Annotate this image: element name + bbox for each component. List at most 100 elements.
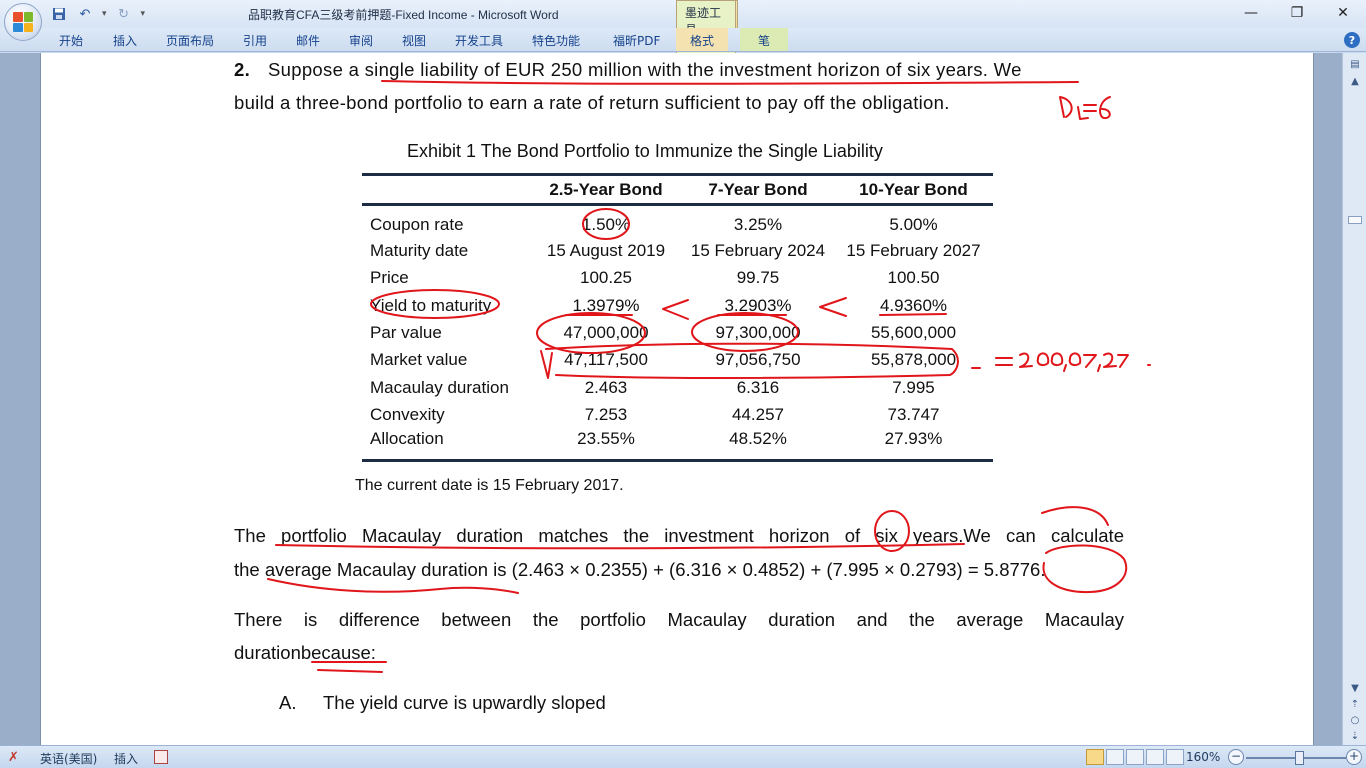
row-label: Market value xyxy=(370,350,468,370)
status-bar: ✗ 英语(美国) 插入 160% − + xyxy=(0,745,1366,768)
table-cell: 48.52% xyxy=(729,428,787,448)
insert-mode-indicator[interactable]: 插入 xyxy=(114,750,138,767)
table-cell: 2.463 xyxy=(584,377,628,397)
table-row: Par value 47,000,000 97,300,000 55,600,0… xyxy=(362,319,993,346)
table-cell: 3.25% xyxy=(733,214,783,234)
macro-record-icon[interactable] xyxy=(154,750,168,764)
select-browse-object-icon[interactable]: ○ xyxy=(1347,712,1363,728)
tab-mailings[interactable]: 邮件 xyxy=(296,32,320,49)
restore-button[interactable]: ❐ xyxy=(1274,0,1320,26)
tab-developer[interactable]: 开发工具 xyxy=(455,32,503,49)
paragraph-2-line-1: There is difference between the portfoli… xyxy=(234,609,1124,630)
title-bar: ↶ ▾ ↻ ▾ 品职教育CFA三级考前押题-Fixed Income - Mic… xyxy=(0,0,1366,692)
row-label: Yield to maturity xyxy=(370,295,492,315)
close-button[interactable]: ✕ xyxy=(1320,0,1366,26)
table-row: Macaulay duration 2.463 6.316 7.995 xyxy=(362,374,993,401)
table-cell: 55,878,000 xyxy=(870,350,957,370)
tab-page-layout[interactable]: 页面布局 xyxy=(166,32,214,49)
table-cell: 99.75 xyxy=(736,268,780,288)
option-a[interactable]: A. The yield curve is upwardly sloped xyxy=(279,692,606,714)
table-cell: 100.25 xyxy=(580,268,632,288)
table-cell: 3.2903% xyxy=(724,295,792,315)
ribbon-tabs: 开始 插入 页面布局 引用 邮件 审阅 视图 开发工具 特色功能 福昕PDF 格… xyxy=(0,28,1366,52)
tab-home[interactable]: 开始 xyxy=(59,32,83,49)
language-indicator[interactable]: 英语(美国) xyxy=(40,750,97,767)
full-screen-reading-view-button[interactable] xyxy=(1106,749,1124,765)
tab-special-features[interactable]: 特色功能 xyxy=(532,32,580,49)
tab-review[interactable]: 审阅 xyxy=(349,32,373,49)
outline-view-button[interactable] xyxy=(1146,749,1164,765)
table-cell: 100.50 xyxy=(887,268,940,288)
help-icon[interactable]: ? xyxy=(1344,32,1360,48)
tab-format[interactable]: 格式 xyxy=(676,28,729,51)
proofing-error-icon[interactable]: ✗ xyxy=(8,750,22,765)
bond-portfolio-table: 2.5-Year Bond 7-Year Bond 10-Year Bond C… xyxy=(362,173,993,458)
zoom-level[interactable]: 160% xyxy=(1186,750,1220,764)
tab-pen[interactable]: 笔 xyxy=(740,28,789,51)
tab-references[interactable]: 引用 xyxy=(243,32,267,49)
paragraph-1-line-2: the average Macaulay duration is (2.463 … xyxy=(234,559,1046,580)
tab-insert[interactable]: 插入 xyxy=(113,32,137,49)
save-icon[interactable] xyxy=(50,5,68,23)
table-note: The current date is 15 February 2017. xyxy=(355,477,624,494)
scroll-down-icon[interactable]: ▼ xyxy=(1347,680,1363,696)
table-header-cell: 2.5-Year Bond xyxy=(549,179,663,199)
row-label: Convexity xyxy=(370,404,445,424)
table-row: Convexity 7.253 44.257 73.747 xyxy=(362,401,993,428)
office-logo-icon xyxy=(13,12,33,32)
table-header-cell: 10-Year Bond xyxy=(859,179,968,199)
question-line-1: 2. Suppose a single liability of EUR 250 … xyxy=(234,59,1022,81)
table-cell: 47,117,500 xyxy=(564,350,648,370)
paragraph-1-line-1: The portfolio Macaulay duration matches … xyxy=(234,525,1124,546)
table-cell: 4.9360% xyxy=(879,295,948,315)
table-cell: 15 February 2027 xyxy=(846,241,981,261)
table-row: Price 100.25 99.75 100.50 xyxy=(362,265,993,292)
customize-qat-icon[interactable]: ▾ xyxy=(141,9,146,19)
table-cell: 44.257 xyxy=(732,404,784,424)
print-layout-view-button[interactable] xyxy=(1086,749,1104,765)
table-row: Allocation 23.55% 48.52% 27.93% xyxy=(362,429,993,458)
table-bottom-rule xyxy=(362,459,993,462)
row-label: Coupon rate xyxy=(370,214,464,234)
draft-view-button[interactable] xyxy=(1166,749,1184,765)
redo-icon[interactable]: ↻ xyxy=(115,5,133,23)
web-layout-view-button[interactable] xyxy=(1126,749,1144,765)
option-a-text: The yield curve is upwardly sloped xyxy=(323,692,606,713)
zoom-in-button[interactable]: + xyxy=(1346,749,1362,765)
table-row: Maturity date 15 August 2019 15 February… xyxy=(362,238,993,265)
table-cell: 23.55% xyxy=(577,428,635,448)
zoom-out-button[interactable]: − xyxy=(1228,749,1244,765)
scroll-up-icon[interactable]: ▲ xyxy=(1347,73,1363,89)
minimize-button[interactable]: — xyxy=(1228,0,1274,26)
quick-access-toolbar: ↶ ▾ ↻ ▾ xyxy=(50,4,145,24)
office-button[interactable] xyxy=(4,3,42,41)
table-header-cell: 7-Year Bond xyxy=(708,179,808,199)
table-cell: 1.50% xyxy=(581,214,631,234)
zoom-slider-thumb[interactable] xyxy=(1295,751,1304,765)
window-controls: — ❐ ✕ xyxy=(1228,0,1366,26)
table-cell: 97,056,750 xyxy=(715,350,801,370)
table-cell: 6.316 xyxy=(736,377,780,397)
window-title: 品职教育CFA三级考前押题-Fixed Income - Microsoft W… xyxy=(248,8,559,22)
exhibit-title: Exhibit 1 The Bond Portfolio to Immunize… xyxy=(407,141,883,161)
table-cell: 73.747 xyxy=(887,404,940,424)
tab-view[interactable]: 视图 xyxy=(402,32,426,49)
tab-foxit-pdf[interactable]: 福昕PDF xyxy=(613,32,660,49)
option-a-letter: A. xyxy=(279,692,297,713)
previous-page-icon[interactable]: ⇡ xyxy=(1347,696,1363,712)
table-header-cell xyxy=(362,175,530,205)
context-tab-picture-tools: 图片工具 xyxy=(676,0,738,37)
undo-icon[interactable]: ↶ xyxy=(76,5,94,23)
row-label: Allocation xyxy=(370,428,444,448)
vertical-scrollbar[interactable]: ▤ ▲ ▼ ⇡ ○ ⇣ xyxy=(1342,53,1366,745)
ruler-toggle-icon[interactable]: ▤ xyxy=(1347,56,1363,72)
undo-dropdown-icon[interactable]: ▾ xyxy=(102,9,107,19)
table-header-row: 2.5-Year Bond 7-Year Bond 10-Year Bond xyxy=(362,174,993,205)
document-workarea: 2. Suppose a single liability of EUR 250 … xyxy=(0,53,1342,745)
next-page-icon[interactable]: ⇣ xyxy=(1347,728,1363,744)
scrollbar-thumb[interactable] xyxy=(1348,216,1362,224)
table-cell: 5.00% xyxy=(889,214,938,234)
document-page: 2. Suppose a single liability of EUR 250 … xyxy=(40,53,1314,745)
view-buttons xyxy=(1086,749,1184,765)
table-cell: 15 February 2024 xyxy=(690,241,826,261)
